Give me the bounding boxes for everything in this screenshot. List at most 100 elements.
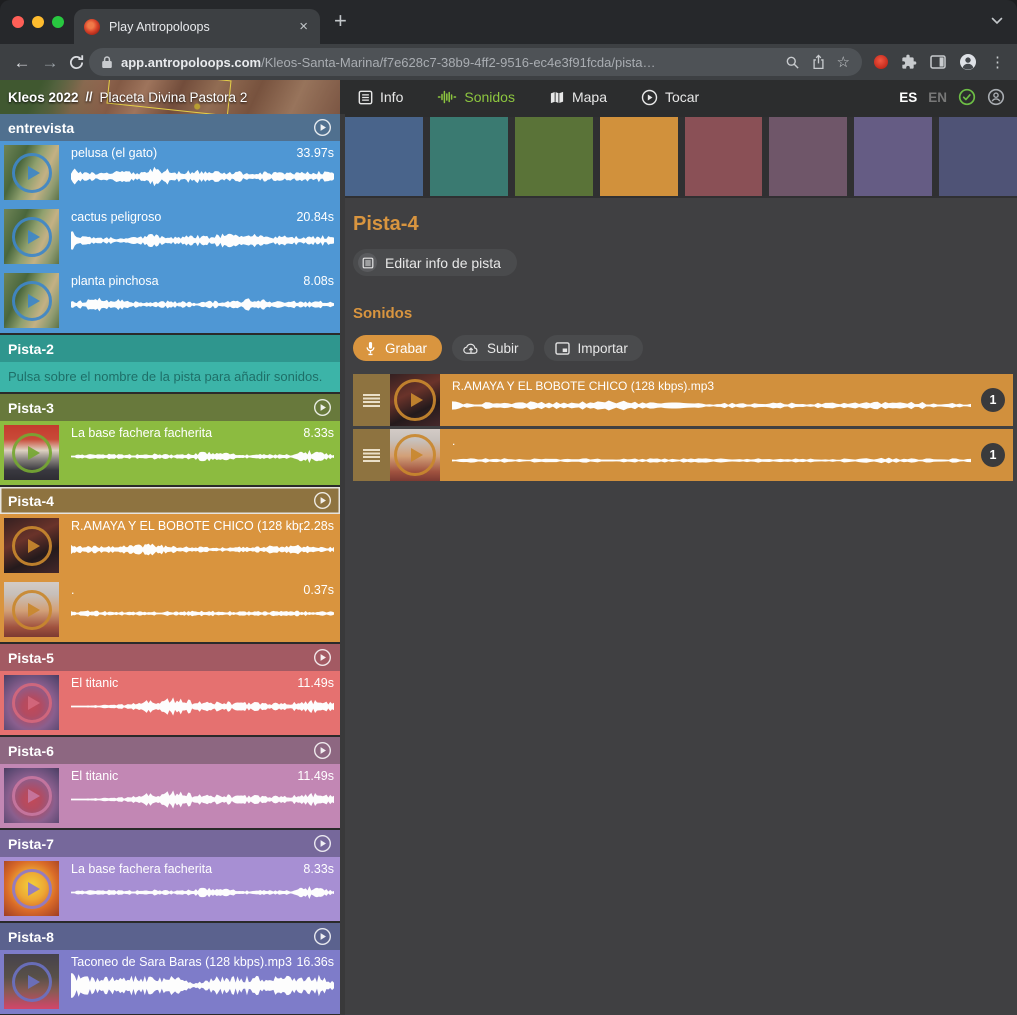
nav-tab-info[interactable]: Info — [358, 89, 403, 105]
clip-pista-5-1[interactable]: El titanic11.49s — [0, 671, 340, 735]
track-play-button[interactable] — [313, 398, 332, 417]
track-color-swatch-5[interactable] — [685, 117, 763, 196]
track-play-button[interactable] — [313, 834, 332, 853]
waveform[interactable] — [452, 449, 971, 472]
forward-button[interactable]: → — [36, 54, 64, 71]
track-header-pista-3[interactable]: Pista-3 — [0, 394, 340, 421]
track-color-swatch-1[interactable] — [345, 117, 423, 196]
bookmark-star-icon[interactable]: ☆ — [837, 55, 850, 70]
clip-play-icon[interactable] — [12, 526, 52, 566]
track-header-pista-5[interactable]: Pista-5 — [0, 644, 340, 671]
track-color-swatch-4-selected[interactable] — [600, 117, 678, 196]
drag-handle[interactable] — [353, 374, 390, 426]
extensions-puzzle-icon[interactable] — [901, 54, 917, 70]
clip-name: . — [71, 583, 80, 597]
breadcrumb[interactable]: Kleos 2022 // Placeta Divina Pastora 2 — [0, 80, 340, 114]
track-play-button[interactable] — [313, 927, 332, 946]
recording-indicator-icon[interactable] — [874, 55, 888, 69]
import-button[interactable]: Importar — [544, 335, 643, 361]
clip-play-icon[interactable] — [12, 869, 52, 909]
nav-tab-mapa[interactable]: Mapa — [549, 89, 607, 105]
upload-button[interactable]: Subir — [452, 335, 534, 361]
sound-body[interactable]: R.AMAYA Y EL BOBOTE CHICO (128 kbps).mp3… — [440, 374, 1013, 426]
clip-entrevista-2[interactable]: cactus peligroso20.84s — [0, 205, 340, 269]
nav-tab-tocar[interactable]: Tocar — [641, 89, 699, 106]
clip-pista-7-1[interactable]: La base fachera facherita8.33s — [0, 857, 340, 921]
breadcrumb-place[interactable]: Placeta Divina Pastora 2 — [100, 90, 248, 105]
track-header-pista-4[interactable]: Pista-4 — [0, 487, 340, 514]
clip-play-icon[interactable] — [12, 153, 52, 193]
track-header-pista-2[interactable]: Pista-2 — [0, 335, 340, 362]
sound-body[interactable]: .1 — [440, 429, 1013, 481]
waveform[interactable] — [71, 693, 334, 720]
track-color-swatch-8[interactable] — [939, 117, 1017, 196]
nav-tab-sonidos[interactable]: Sonidos — [437, 89, 515, 105]
waveform[interactable] — [71, 786, 334, 813]
account-icon[interactable] — [987, 88, 1005, 106]
track-color-swatch-3[interactable] — [515, 117, 593, 196]
tab-close-icon[interactable]: × — [297, 19, 310, 34]
clip-play-icon[interactable] — [12, 433, 52, 473]
clip-entrevista-1[interactable]: pelusa (el gato)33.97s — [0, 141, 340, 205]
waveform[interactable] — [71, 536, 334, 563]
track-color-swatch-2[interactable] — [430, 117, 508, 196]
waveform[interactable] — [71, 972, 334, 999]
clip-play-icon[interactable] — [394, 434, 436, 476]
browser-tab[interactable]: Play Antropoloops × — [74, 9, 320, 44]
share-icon[interactable] — [811, 54, 826, 70]
waveform[interactable] — [71, 600, 334, 627]
new-tab-button[interactable]: + — [334, 8, 347, 34]
edit-track-info-button[interactable]: Editar info de pista — [353, 249, 517, 276]
saved-check-icon[interactable] — [958, 88, 976, 106]
clip-play-icon[interactable] — [12, 776, 52, 816]
lang-en-button[interactable]: EN — [928, 90, 947, 105]
search-icon[interactable] — [785, 55, 800, 70]
macos-zoom-button[interactable] — [52, 16, 64, 28]
reload-button[interactable] — [68, 54, 85, 71]
track-play-button[interactable] — [313, 118, 332, 137]
track-play-button[interactable] — [313, 741, 332, 760]
track-header-entrevista[interactable]: entrevista — [0, 114, 340, 141]
lang-es-button[interactable]: ES — [899, 90, 917, 105]
clip-play-icon[interactable] — [394, 379, 436, 421]
clip-play-icon[interactable] — [12, 217, 52, 257]
clip-info: El titanic11.49s — [59, 675, 340, 735]
waveform[interactable] — [71, 227, 334, 254]
record-button[interactable]: Grabar — [353, 335, 442, 361]
drag-handle-icon — [363, 449, 380, 462]
clip-pista-4-1[interactable]: R.AMAYA Y EL BOBOTE CHICO (128 kbps)....… — [0, 514, 340, 578]
address-bar[interactable]: app.antropoloops.com/Kleos-Santa-Marina/… — [89, 48, 862, 76]
track-header-pista-6[interactable]: Pista-6 — [0, 737, 340, 764]
track-play-button[interactable] — [313, 491, 332, 510]
clip-entrevista-3[interactable]: planta pinchosa8.08s — [0, 269, 340, 333]
waveform[interactable] — [71, 291, 334, 318]
clip-play-icon[interactable] — [12, 590, 52, 630]
clip-play-icon[interactable] — [12, 962, 52, 1002]
back-button[interactable]: ← — [8, 54, 36, 71]
clip-pista-4-2[interactable]: .0.37s — [0, 578, 340, 642]
drag-handle[interactable] — [353, 429, 390, 481]
track-color-swatch-6[interactable] — [769, 117, 847, 196]
waveform[interactable] — [452, 394, 971, 417]
track-header-pista-8[interactable]: Pista-8 — [0, 923, 340, 950]
waveform[interactable] — [71, 879, 334, 906]
breadcrumb-project[interactable]: Kleos 2022 — [8, 90, 79, 105]
macos-minimize-button[interactable] — [32, 16, 44, 28]
clip-pista-3-1[interactable]: La base fachera facherita8.33s — [0, 421, 340, 485]
browser-menu-icon[interactable]: ⋮ — [990, 55, 1005, 70]
url-text[interactable]: app.antropoloops.com/Kleos-Santa-Marina/… — [121, 55, 774, 70]
track-play-button[interactable] — [313, 648, 332, 667]
track-color-swatch-7[interactable] — [854, 117, 932, 196]
app-header: Kleos 2022 // Placeta Divina Pastora 2 I… — [0, 80, 1017, 114]
side-panel-icon[interactable] — [930, 55, 946, 69]
clip-play-icon[interactable] — [12, 683, 52, 723]
waveform[interactable] — [71, 443, 334, 470]
macos-close-button[interactable] — [12, 16, 24, 28]
waveform[interactable] — [71, 163, 334, 190]
profile-avatar[interactable] — [959, 53, 977, 71]
clip-pista-6-1[interactable]: El titanic11.49s — [0, 764, 340, 828]
track-header-pista-7[interactable]: Pista-7 — [0, 830, 340, 857]
clip-play-icon[interactable] — [12, 281, 52, 321]
clip-pista-8-1[interactable]: Taconeo de Sara Baras (128 kbps).mp316.3… — [0, 950, 340, 1014]
tab-search-chevron-icon[interactable] — [991, 17, 1003, 25]
